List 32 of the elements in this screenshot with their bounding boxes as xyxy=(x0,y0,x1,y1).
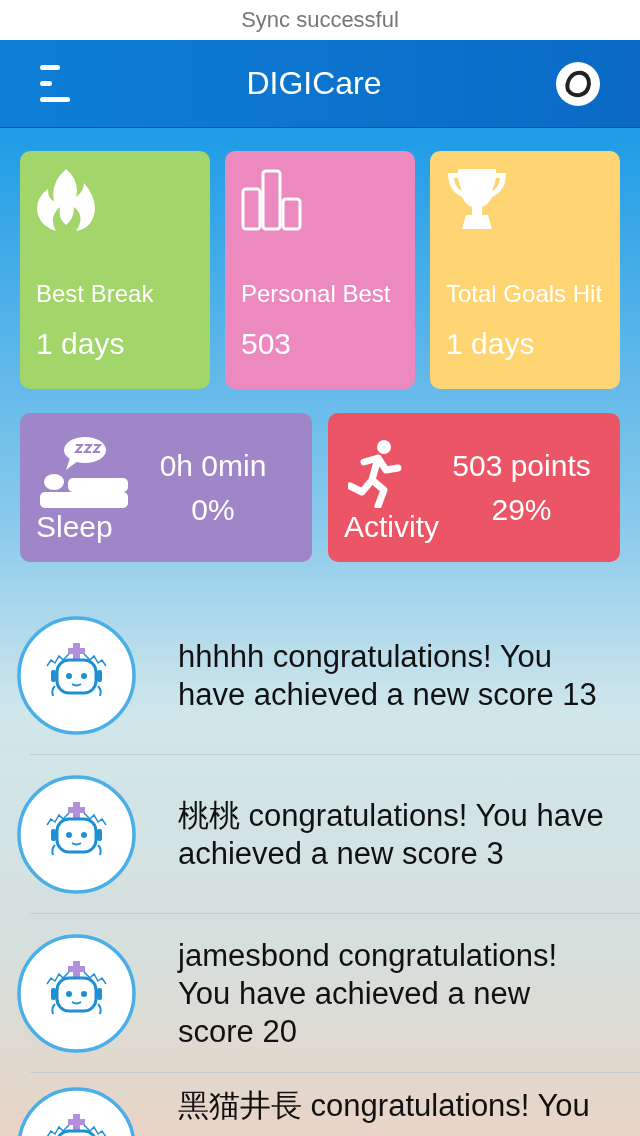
summary-value: 0h 0min xyxy=(159,447,267,484)
stat-card[interactable]: Personal Best 503 xyxy=(225,151,415,389)
stat-label: Total Goals Hit xyxy=(446,279,604,309)
stat-value: 1 days xyxy=(446,327,536,361)
feed-item[interactable]: jamesbond congratulations! You have achieved a new score 20 xyxy=(0,914,640,1073)
bar-chart-icon xyxy=(241,169,303,231)
summary-card[interactable]: Activity 503 points 29% xyxy=(328,413,620,562)
feed-message: 黑猫井長 congratulations! You xyxy=(178,1087,591,1125)
feed-message: 桃桃 congratulations! You have achieved a new score 3 xyxy=(178,796,605,873)
wristband-icon[interactable] xyxy=(556,61,600,106)
bed-icon xyxy=(40,436,130,508)
summary-label: Activity xyxy=(344,510,439,544)
summary-label: Sleep xyxy=(36,510,113,544)
feed-item[interactable]: 黑猫井長 congratulations! You xyxy=(0,1073,640,1136)
summary-percent: 0% xyxy=(191,491,235,528)
app-title: DIGICare xyxy=(246,65,382,102)
stat-value: 503 xyxy=(241,327,293,361)
summary-card[interactable]: Sleep 0h 0min 0% xyxy=(20,413,312,562)
feed-item[interactable]: hhhhh congratulations! You have achieved a new score 13 xyxy=(0,596,640,755)
running-icon xyxy=(348,440,404,508)
feed-message: hhhhh congratulations! You have achieved a new score 13 xyxy=(178,637,598,714)
sync-message: Sync successful xyxy=(241,7,399,33)
summary-value: 503 points xyxy=(452,447,591,484)
feed-item[interactable]: 桃桃 congratulations! You have achieved a new score 3 xyxy=(0,755,640,914)
feed-message: jamesbond congratulations! You have achieved a new score 20 xyxy=(178,936,559,1051)
summary-percent: 29% xyxy=(491,491,552,528)
trophy-icon xyxy=(446,169,508,231)
stat-label: Personal Best xyxy=(241,279,392,309)
stat-label: Best Break xyxy=(36,279,155,309)
menu-icon[interactable] xyxy=(40,64,72,103)
flame-icon xyxy=(36,169,98,231)
stat-value: 1 days xyxy=(36,327,126,361)
